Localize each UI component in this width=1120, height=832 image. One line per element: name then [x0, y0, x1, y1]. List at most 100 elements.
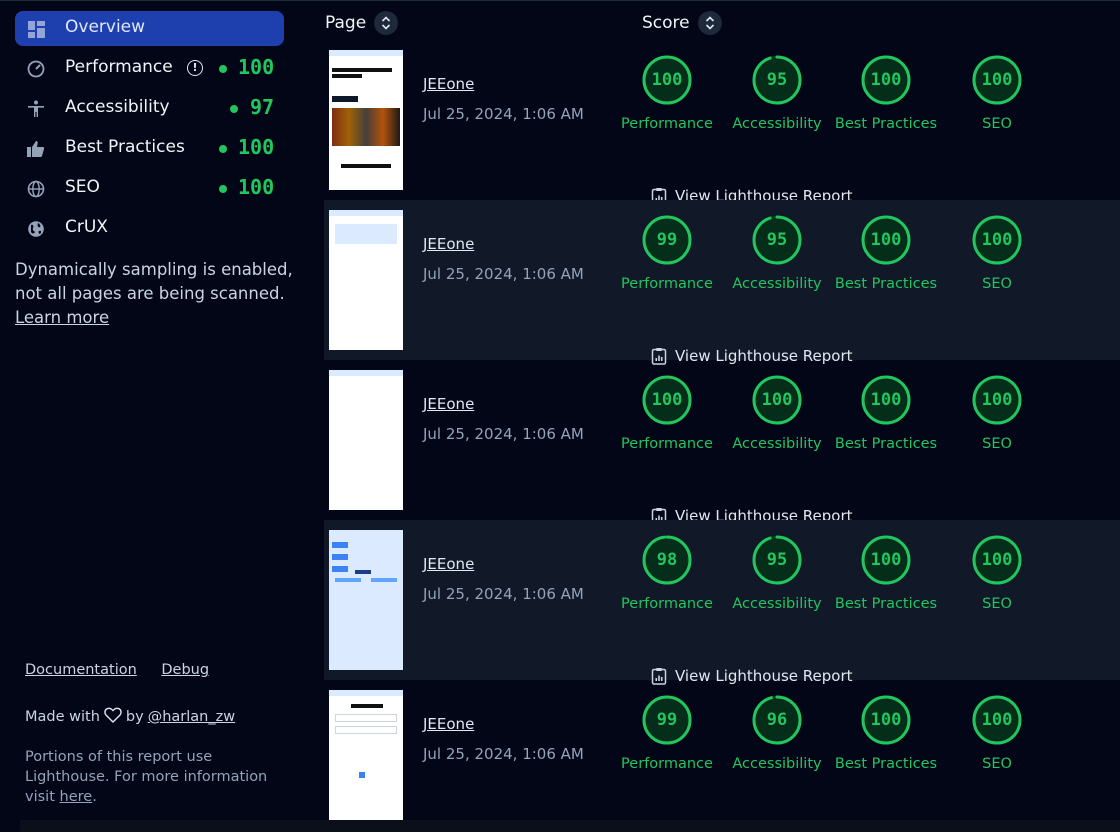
bottom-corner [0, 820, 20, 832]
score-label: Best Practices [834, 596, 938, 612]
score-value: 98 [656, 550, 678, 570]
table-row: JEEone Jul 25, 2024, 1:06 AM 99 Performance… [324, 200, 1120, 365]
score-value: 100 [870, 710, 902, 730]
sidebar-item-crux[interactable]: CrUX [15, 211, 284, 246]
page-link[interactable]: JEEone [423, 75, 474, 93]
score-gauge[interactable]: 100 SEO [942, 375, 1052, 475]
score-value: 99 [656, 710, 678, 730]
score-gauge[interactable]: 95 Accessibility [722, 535, 832, 635]
sort-icon[interactable] [374, 11, 399, 35]
sidebar-item-label: Best Practices [65, 137, 185, 157]
here-link[interactable]: here [60, 789, 93, 805]
score-column-header: Score [642, 11, 722, 35]
sampling-note: Dynamically sampling is enabled, not all… [15, 258, 295, 330]
score-value: 100 [651, 390, 683, 410]
score-label: Accessibility [732, 116, 822, 132]
table-row: JEEone Jul 25, 2024, 1:06 AM 99 Performance… [324, 680, 1120, 832]
nav-score: 100 [238, 175, 275, 199]
score-label: SEO [982, 276, 1012, 292]
documentation-link[interactable]: Documentation [25, 662, 137, 678]
table-row: JEEone Jul 25, 2024, 1:06 AM 100 Performanc… [324, 40, 1120, 205]
sidebar-item-accessibility[interactable]: Accessibility 97 [15, 91, 284, 126]
score-label: SEO [982, 116, 1012, 132]
speedometer-icon [26, 59, 46, 79]
score-gauge[interactable]: 100 Performance [612, 375, 722, 475]
score-value: 100 [981, 550, 1013, 570]
status-dot [219, 185, 227, 193]
page-link[interactable]: JEEone [423, 395, 474, 413]
score-gauge[interactable]: 100 SEO [942, 695, 1052, 795]
sidebar-item-seo[interactable]: SEO 100 [15, 171, 284, 206]
status-dot [230, 105, 238, 113]
sidebar-item-label: Accessibility [65, 97, 170, 117]
score-value: 100 [870, 230, 902, 250]
score-gauge[interactable]: 96 Accessibility [722, 695, 832, 795]
sidebar-item-best-practices[interactable]: Best Practices 100 [15, 131, 284, 166]
score-label: SEO [982, 436, 1012, 452]
score-value: 95 [766, 230, 788, 250]
score-label: Performance [621, 276, 713, 292]
sidebar-item-label: CrUX [65, 217, 108, 237]
page-screenshot[interactable] [329, 370, 403, 510]
globe-icon [26, 179, 46, 199]
score-gauge[interactable]: 99 Performance [612, 215, 722, 315]
score-value: 100 [870, 390, 902, 410]
score-gauge[interactable]: 100 Best Practices [831, 215, 941, 315]
nav-score: 97 [250, 95, 275, 119]
score-gauge[interactable]: 100 Best Practices [831, 695, 941, 795]
page-screenshot[interactable] [329, 530, 403, 670]
dashboard-icon [26, 19, 46, 39]
score-label: Best Practices [834, 756, 938, 772]
page-column-header: Page [325, 11, 399, 35]
score-gauge[interactable]: 95 Accessibility [722, 55, 832, 155]
author-link[interactable]: @harlan_zw [148, 709, 235, 725]
sampling-text: Dynamically sampling is enabled, not all… [15, 260, 293, 303]
sidebar-item-overview[interactable]: Overview [15, 11, 284, 46]
made-with-prefix: Made with [25, 709, 100, 725]
bottom-scrollbar[interactable] [0, 820, 1120, 832]
page-screenshot[interactable] [329, 50, 403, 190]
score-value: 100 [981, 390, 1013, 410]
score-value: 95 [766, 550, 788, 570]
score-label: Accessibility [732, 596, 822, 612]
page-screenshot[interactable] [329, 690, 403, 830]
score-gauge[interactable]: 99 Performance [612, 695, 722, 795]
page-link[interactable]: JEEone [423, 555, 474, 573]
score-gauge[interactable]: 100 Best Practices [831, 55, 941, 155]
score-label: Performance [621, 436, 713, 452]
page-link[interactable]: JEEone [423, 235, 474, 253]
score-value: 100 [981, 70, 1013, 90]
scan-date: Jul 25, 2024, 1:06 AM [423, 105, 584, 123]
page-link[interactable]: JEEone [423, 715, 474, 733]
score-value: 100 [651, 70, 683, 90]
sidebar-item-performance[interactable]: Performance ! 100 [15, 51, 284, 86]
score-gauge[interactable]: 95 Accessibility [722, 215, 832, 315]
score-gauge[interactable]: 100 SEO [942, 535, 1052, 635]
learn-more-link[interactable]: Learn more [15, 306, 295, 330]
score-gauge[interactable]: 100 SEO [942, 215, 1052, 315]
sidebar-nav: Overview Performance ! 100 Accessibility… [15, 11, 284, 251]
sidebar: Overview Performance ! 100 Accessibility… [0, 0, 300, 832]
score-value: 100 [981, 710, 1013, 730]
score-label: Performance [621, 116, 713, 132]
scan-date: Jul 25, 2024, 1:06 AM [423, 265, 584, 283]
score-label: Accessibility [732, 276, 822, 292]
score-gauge[interactable]: 100 SEO [942, 55, 1052, 155]
sort-icon[interactable] [697, 11, 722, 35]
thumbs-up-icon [26, 139, 46, 159]
score-gauge[interactable]: 98 Performance [612, 535, 722, 635]
scan-date: Jul 25, 2024, 1:06 AM [423, 585, 584, 603]
score-gauge[interactable]: 100 Performance [612, 55, 722, 155]
nav-score: 100 [238, 135, 275, 159]
score-gauge[interactable]: 100 Best Practices [831, 375, 941, 475]
debug-link[interactable]: Debug [161, 662, 209, 678]
score-gauge[interactable]: 100 Best Practices [831, 535, 941, 635]
info-icon[interactable]: ! [187, 60, 203, 76]
score-label: Performance [621, 596, 713, 612]
earth-icon [26, 219, 46, 239]
score-gauge[interactable]: 100 Accessibility [722, 375, 832, 475]
page-screenshot[interactable] [329, 210, 403, 350]
table-row: JEEone Jul 25, 2024, 1:06 AM 98 Performance… [324, 520, 1120, 685]
score-value: 100 [870, 550, 902, 570]
sidebar-item-label: Overview [65, 17, 146, 37]
